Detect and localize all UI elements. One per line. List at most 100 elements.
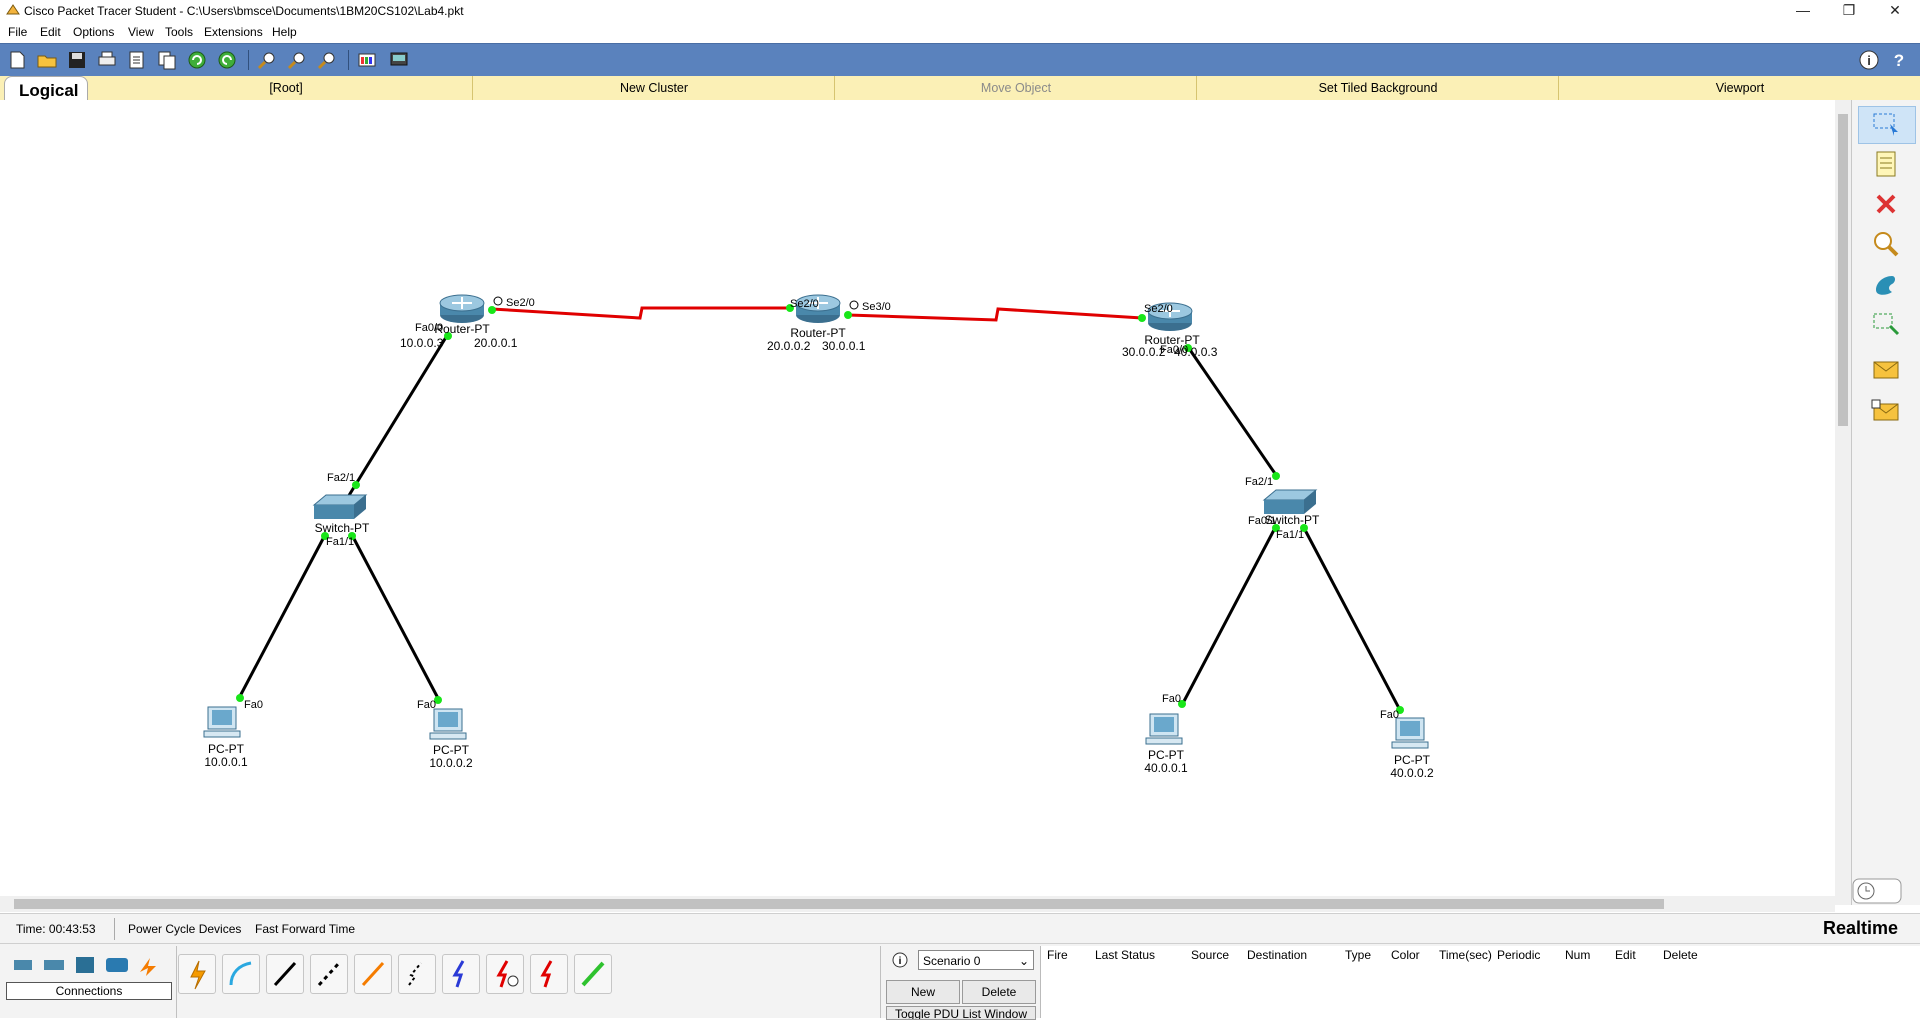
pc-3[interactable]: [1145, 713, 1183, 745]
activity-wizard-icon[interactable]: [126, 49, 148, 71]
new-cluster-button[interactable]: New Cluster: [472, 76, 835, 100]
switch-1[interactable]: [312, 494, 368, 519]
switch-2-up-port: Fa2/1: [1245, 476, 1273, 488]
scenario-select[interactable]: Scenario 0 ⌄: [918, 950, 1034, 970]
print-icon[interactable]: [96, 49, 118, 71]
inspect-icon[interactable]: [1870, 228, 1902, 260]
close-button[interactable]: ✕: [1872, 0, 1918, 22]
horizontal-scroll-thumb[interactable]: [14, 899, 1664, 909]
router-2-port-right: Se3/0: [862, 301, 891, 313]
col-color: Color: [1391, 948, 1420, 962]
info-icon[interactable]: i: [1858, 49, 1880, 71]
pdu-list-table: Fire Last Status Source Destination Type…: [1040, 946, 1920, 1018]
logical-tab-label: Logical: [19, 81, 79, 100]
save-icon[interactable]: [66, 49, 88, 71]
vertical-scroll-thumb[interactable]: [1838, 114, 1848, 426]
undo-icon[interactable]: [186, 49, 208, 71]
auto-connection-button[interactable]: [178, 954, 216, 994]
hubs-category-icon: [76, 957, 94, 973]
copper-cross-over-button[interactable]: [310, 954, 348, 994]
root-breadcrumb[interactable]: [Root]: [100, 76, 472, 100]
bottom-panel: Connections i Scenario 0 ⌄ New Delete To…: [0, 943, 1920, 1020]
minimize-button[interactable]: —: [1780, 0, 1826, 22]
pc-2[interactable]: [429, 708, 467, 740]
realtime-clock-icon[interactable]: [1852, 878, 1902, 904]
pc-1-ip: 10.0.0.1: [204, 755, 248, 769]
common-tools-bar: [1851, 100, 1920, 905]
col-type: Type: [1345, 948, 1372, 962]
phone-cable-button[interactable]: [398, 954, 436, 994]
router-3-port-left: Se2/0: [1144, 303, 1173, 315]
switch-2-down-port-b: Fa1/1: [1276, 529, 1304, 541]
viewport-button[interactable]: Viewport: [1558, 76, 1920, 100]
toggle-pdu-list-button[interactable]: Toggle PDU List Window: [886, 1006, 1036, 1020]
fast-forward-button[interactable]: Fast Forward Time: [255, 922, 355, 936]
menu-tools[interactable]: Tools: [165, 25, 193, 39]
zoom-out-icon[interactable]: [316, 49, 338, 71]
menu-file[interactable]: File: [8, 25, 27, 39]
add-complex-pdu-icon[interactable]: [1870, 396, 1902, 428]
new-file-icon[interactable]: [6, 49, 28, 71]
move-object-button[interactable]: Move Object: [834, 76, 1197, 100]
menu-edit[interactable]: Edit: [40, 25, 61, 39]
router-1-ip-wan: 20.0.0.1: [474, 336, 518, 350]
vertical-scrollbar[interactable]: [1835, 100, 1851, 905]
delete-scenario-button[interactable]: Delete: [962, 980, 1036, 1004]
redo-icon[interactable]: [216, 49, 238, 71]
ethernet-link-sw2-pc4[interactable]: [1302, 527, 1403, 713]
device-template-icon[interactable]: [388, 49, 410, 71]
router-1-port-right: Se2/0: [506, 297, 535, 309]
open-folder-icon[interactable]: [36, 49, 58, 71]
menu-options[interactable]: Options: [73, 25, 114, 39]
menu-bar: File Edit Options View Tools Extensions …: [0, 22, 1920, 42]
menu-view[interactable]: View: [128, 25, 154, 39]
realtime-mode-label[interactable]: Realtime: [1823, 918, 1898, 939]
network-canvas[interactable]: Router-PT Fa0/0 Se2/0 10.0.0.3 20.0.0.1 …: [0, 100, 1835, 905]
octal-cable-button[interactable]: [574, 954, 612, 994]
resize-shape-icon[interactable]: [1870, 308, 1902, 340]
console-cable-button[interactable]: [222, 954, 260, 994]
zoom-in-icon[interactable]: [256, 49, 278, 71]
ethernet-link-sw1-pc2[interactable]: [350, 534, 442, 703]
add-simple-pdu-icon[interactable]: [1870, 354, 1902, 386]
packet-tracer-logo-icon: [6, 4, 20, 15]
restore-button[interactable]: ❐: [1826, 0, 1872, 22]
pc-3-ip: 40.0.0.1: [1144, 761, 1188, 775]
pc-4[interactable]: [1391, 717, 1429, 749]
scenario-info-icon[interactable]: i: [892, 952, 908, 968]
switch-2[interactable]: [1262, 489, 1318, 514]
horizontal-scrollbar[interactable]: [0, 896, 1835, 912]
serial-link-r1-r2[interactable]: [491, 306, 790, 320]
delete-icon[interactable]: [1870, 188, 1902, 220]
serial-dce-button[interactable]: [486, 954, 524, 994]
ethernet-link-r1-sw1[interactable]: [346, 333, 450, 498]
ethernet-link-sw2-pc3[interactable]: [1180, 527, 1277, 706]
router-1[interactable]: [439, 294, 485, 323]
coaxial-button[interactable]: [442, 954, 480, 994]
serial-dte-button[interactable]: [530, 954, 568, 994]
drawing-palette-icon[interactable]: [356, 49, 378, 71]
fiber-button[interactable]: [354, 954, 392, 994]
pc-4-name: PC-PT: [1394, 753, 1431, 767]
ethernet-link-sw1-pc1[interactable]: [236, 534, 327, 701]
help-icon[interactable]: ?: [1888, 49, 1910, 71]
note-icon[interactable]: [1870, 148, 1902, 180]
select-icon[interactable]: [1870, 108, 1902, 140]
draw-shape-icon[interactable]: [1870, 268, 1902, 300]
status-bar: Time: 00:43:53 Power Cycle Devices Fast …: [0, 913, 1920, 944]
main-toolbar: i ?: [0, 43, 1920, 77]
set-tiled-background-button[interactable]: Set Tiled Background: [1196, 76, 1559, 100]
device-category-icons: [14, 957, 156, 976]
copy-icon[interactable]: [156, 49, 178, 71]
menu-help[interactable]: Help: [272, 25, 297, 39]
ethernet-link-r3-sw2[interactable]: [1186, 346, 1278, 476]
new-scenario-button[interactable]: New: [886, 980, 960, 1004]
zoom-reset-icon[interactable]: [286, 49, 308, 71]
col-fire: Fire: [1047, 948, 1068, 962]
copper-straight-through-button[interactable]: [266, 954, 304, 994]
col-periodic: Periodic: [1497, 948, 1541, 962]
serial-link-r2-r3[interactable]: [847, 307, 1143, 322]
pc-1[interactable]: [203, 706, 241, 738]
menu-extensions[interactable]: Extensions: [204, 25, 263, 39]
power-cycle-button[interactable]: Power Cycle Devices: [128, 922, 241, 936]
